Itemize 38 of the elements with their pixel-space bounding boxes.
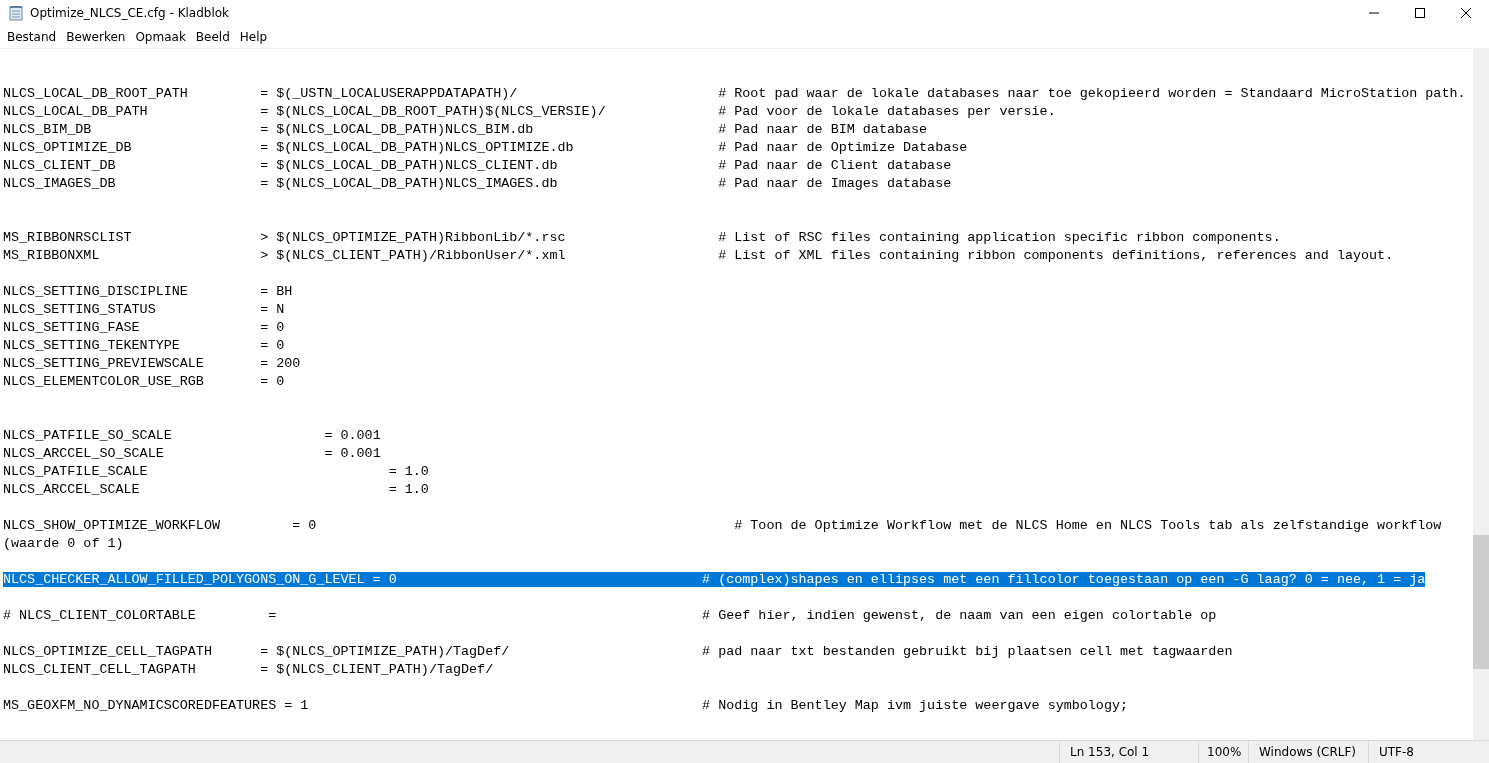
code-line: MS_GEOXFM_NO_DYNAMICSCOREDFEATURES = 1 # Nodig in Bentley Map ivm juiste weergave symbology;: [3, 698, 1128, 713]
menu-item[interactable]: Help: [234, 30, 273, 44]
status-text: Windows (CRLF): [1248, 741, 1368, 763]
code-line: NLCS_BIM_DB = $(NLCS_LOCAL_DB_PATH)NLCS_BIM.db # Pad naar de BIM database: [3, 122, 928, 137]
code-line: NLCS_ARCCEL_SO_SCALE = 0.001: [3, 446, 381, 461]
window-title: Optimize_NLCS_CE.cfg - Kladblok: [30, 6, 230, 20]
notepad-icon: [8, 5, 24, 21]
code-line: NLCS_SHOW_OPTIMIZE_WORKFLOW = 0 # Toon de Optimize Workflow met de NLCS Home en NLCS Tools tab als zelfstandige workflow: [3, 518, 1442, 533]
code-line: NLCS_PATFILE_SCALE = 1.0: [3, 464, 429, 479]
code-line: NLCS_SETTING_FASE = 0: [3, 320, 285, 335]
code-line: MS_RIBBONRSCLIST > $(NLCS_OPTIMIZE_PATH)RibbonLib/*.rsc # List of RSC files containing application specific ribbon components.: [3, 230, 1281, 245]
code-line: NLCS_SETTING_PREVIEWSCALE = 200: [3, 356, 301, 371]
code-line: NLCS_SETTING_TEKENTYPE = 0: [3, 338, 285, 353]
code-line: NLCS_PATFILE_SO_SCALE = 0.001: [3, 428, 381, 443]
code-line: MS_RIBBONXML > $(NLCS_CLIENT_PATH)/RibbonUser/*.xml # List of XML files containing ribbon components definitions, references and layout.: [3, 248, 1394, 263]
code-line: NLCS_OPTIMIZE_CELL_TAGPATH = $(NLCS_OPTIMIZE_PATH)/TagDef/ # pad naar txt bestanden gebruikt bij plaatsen cell met tagwaarden: [3, 644, 1233, 659]
code-line: NLCS_SETTING_STATUS = N: [3, 302, 285, 317]
code-line: NLCS_OPTIMIZE_DB = $(NLCS_LOCAL_DB_PATH)NLCS_OPTIMIZE.db # Pad naar de Optimize Database: [3, 140, 968, 155]
code-line: NLCS_LOCAL_DB_ROOT_PATH = $(_USTN_LOCALUSERAPPDATAPATH)/ # Root pad waar de lokale databases naar toe gekopieerd worden = Standaard MicroStation path.: [3, 86, 1466, 101]
code-line: NLCS_CLIENT_CELL_TAGPATH = $(NLCS_CLIENT_PATH)/TagDef/: [3, 662, 494, 677]
code-line: NLCS_LOCAL_DB_PATH = $(NLCS_LOCAL_DB_ROOT_PATH)$(NLCS_VERSIE)/ # Pad voor de lokale databases per versie.: [3, 104, 1056, 119]
menu-item[interactable]: Opmaak: [130, 30, 191, 44]
maximize-icon: [1415, 8, 1425, 18]
code-line: # NLCS_CLIENT_COLORTABLE = # Geef hier, indien gewenst, de naam van een eigen colortable op: [3, 608, 1217, 623]
scrollbar[interactable]: [1473, 49, 1489, 740]
menu-item[interactable]: Bewerken: [61, 30, 131, 44]
code-line: NLCS_IMAGES_DB = $(NLCS_LOCAL_DB_PATH)NLCS_IMAGES.db # Pad naar de Images database: [3, 176, 952, 191]
code-line: NLCS_SETTING_DISCIPLINE = BH: [3, 284, 293, 299]
menu-item[interactable]: Bestand: [2, 30, 62, 44]
close-icon: [1461, 8, 1471, 18]
status-text: Ln 153, Col 1: [1059, 741, 1198, 763]
menu-item[interactable]: Beeld: [190, 30, 235, 44]
code-line: (waarde 0 of 1): [3, 536, 124, 551]
code-line: NLCS_ELEMENTCOLOR_USE_RGB = 0: [3, 374, 285, 389]
code-line: NLCS_ARCCEL_SCALE = 1.0: [3, 482, 429, 497]
status-text: UTF-8: [1368, 741, 1489, 763]
status-text: 100%: [1198, 741, 1248, 763]
code-line: NLCS_CLIENT_DB = $(NLCS_LOCAL_DB_PATH)NLCS_CLIENT.db # Pad naar de Client database: [3, 158, 952, 173]
